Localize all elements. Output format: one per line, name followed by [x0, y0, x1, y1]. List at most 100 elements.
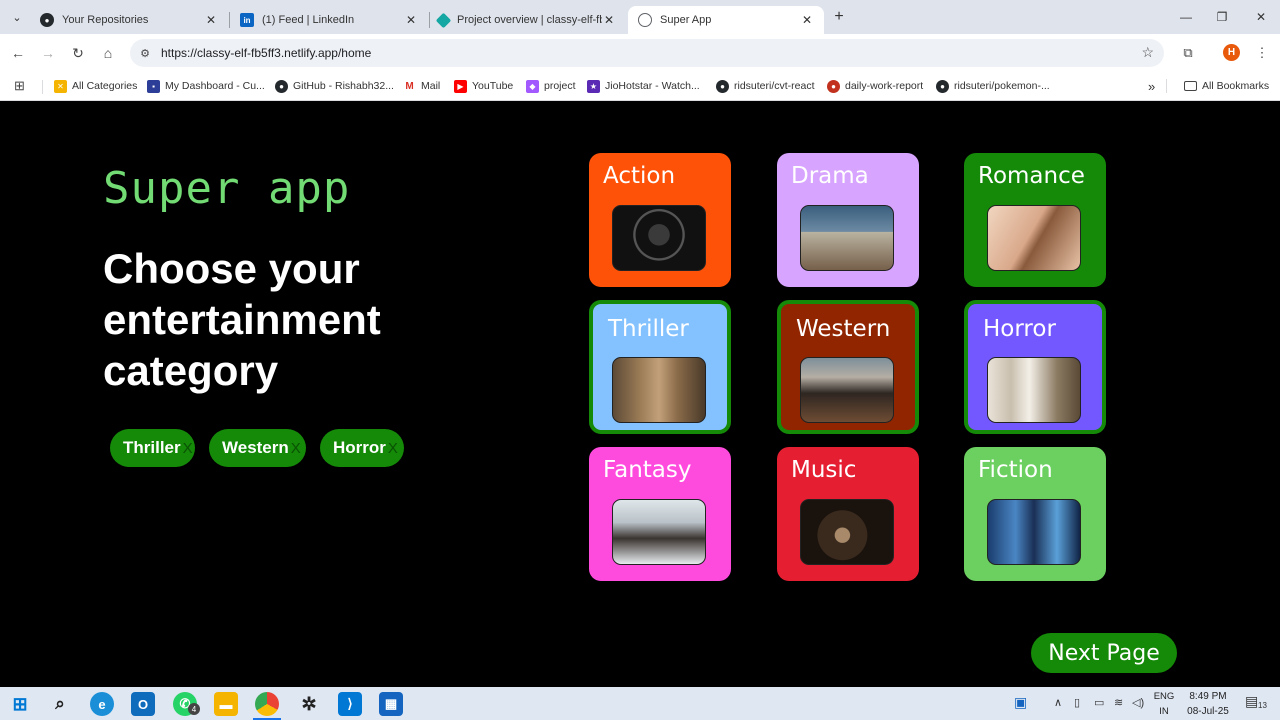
- tab-search-icon[interactable]: ⌄: [8, 8, 26, 26]
- microsoft-store-icon[interactable]: ▦: [379, 692, 403, 716]
- language-indicator[interactable]: ENG IN: [1152, 689, 1176, 719]
- window-close-icon[interactable]: ✕: [1251, 8, 1271, 26]
- bookmark-daily-work-report[interactable]: ● daily-work-report: [827, 78, 923, 94]
- maximize-icon[interactable]: ❐: [1212, 8, 1232, 26]
- extensions-icon[interactable]: ⧉: [1178, 43, 1198, 63]
- forward-arrow-icon[interactable]: →: [38, 43, 58, 63]
- linkedin-icon: in: [240, 13, 254, 27]
- bookmark-all-categories[interactable]: ✕ All Categories: [54, 78, 137, 94]
- chip-remove-icon[interactable]: X: [388, 440, 398, 457]
- category-card-horror[interactable]: Horror: [964, 300, 1106, 434]
- next-page-button[interactable]: Next Page: [1031, 633, 1177, 673]
- selected-chip-thriller: Thriller X: [110, 429, 195, 467]
- minimize-icon[interactable]: —: [1176, 8, 1196, 26]
- outlook-icon[interactable]: O: [131, 692, 155, 716]
- card-thumbnail: [987, 499, 1081, 565]
- chatgpt-icon[interactable]: ✲: [297, 692, 321, 716]
- bookmark-youtube[interactable]: ▶ YouTube: [454, 78, 513, 94]
- bookmark-mail[interactable]: M Mail: [403, 78, 440, 94]
- card-thumbnail: [612, 205, 706, 271]
- browser-toolbar: ← → ↻ ⌂ ⚙ https://classy-elf-fb5ff3.netl…: [0, 34, 1280, 72]
- tray-device-icon[interactable]: ▯: [1074, 696, 1080, 709]
- category-card-thriller[interactable]: Thriller: [589, 300, 731, 434]
- wifi-icon[interactable]: ≋: [1114, 696, 1123, 709]
- apps-grid-icon[interactable]: ⊞: [14, 78, 25, 94]
- reload-icon[interactable]: ↻: [68, 43, 88, 63]
- close-tab-icon[interactable]: ✕: [204, 13, 218, 27]
- battery-icon[interactable]: ▭: [1094, 696, 1104, 709]
- category-card-romance[interactable]: Romance: [964, 153, 1106, 287]
- category-card-action[interactable]: Action: [589, 153, 731, 287]
- tab-title: (1) Feed | LinkedIn: [262, 14, 355, 26]
- globe-icon: [638, 13, 652, 27]
- clock-time: 8:49 PM: [1189, 691, 1227, 702]
- bookmark-jiohotstar[interactable]: ★ JioHotstar - Watch...: [587, 78, 700, 94]
- github-icon: ●: [40, 13, 54, 27]
- chip-label: Horror: [333, 438, 386, 457]
- close-tab-icon[interactable]: ✕: [602, 13, 616, 27]
- selected-chip-horror: Horror X: [320, 429, 404, 467]
- notification-count: 13: [1258, 701, 1267, 710]
- github-icon: ●: [275, 79, 288, 93]
- card-label: Horror: [983, 316, 1056, 342]
- chip-remove-icon[interactable]: X: [291, 440, 301, 457]
- tab-title: Your Repositories: [62, 14, 149, 26]
- new-tab-plus-icon[interactable]: +: [830, 8, 848, 26]
- bookmark-project[interactable]: ◆ project: [526, 78, 576, 94]
- widget-icon[interactable]: ▣: [1014, 694, 1027, 711]
- back-arrow-icon[interactable]: ←: [8, 43, 28, 63]
- category-card-fiction[interactable]: Fiction: [964, 447, 1106, 581]
- file-explorer-icon[interactable]: ▬: [214, 692, 238, 716]
- close-tab-icon[interactable]: ✕: [404, 13, 418, 27]
- all-bookmarks[interactable]: All Bookmarks: [1184, 78, 1269, 94]
- category-card-music[interactable]: Music: [777, 447, 919, 581]
- netlify-icon: [435, 12, 452, 28]
- category-card-drama[interactable]: Drama: [777, 153, 919, 287]
- bookmark-star-icon[interactable]: ☆: [1141, 44, 1154, 61]
- bookmark-my-dashboard[interactable]: ▪ My Dashboard - Cu...: [147, 78, 265, 94]
- bookmark-favicon-icon: ●: [827, 79, 840, 93]
- language-code: ENG: [1153, 691, 1175, 702]
- show-hidden-icons-icon[interactable]: ∧: [1054, 696, 1062, 709]
- address-bar[interactable]: ⚙ https://classy-elf-fb5ff3.netlify.app/…: [130, 39, 1164, 67]
- bookmark-label: ridsuteri/cvt-react: [734, 80, 815, 92]
- vscode-icon[interactable]: ⟩: [338, 692, 362, 716]
- profile-avatar[interactable]: H: [1223, 44, 1240, 61]
- tab-super-app[interactable]: Super App ✕: [628, 6, 824, 34]
- notifications-icon[interactable]: ▤: [1245, 693, 1258, 710]
- system-clock[interactable]: 8:49 PM 08-Jul-25: [1180, 689, 1236, 719]
- volume-icon[interactable]: ◁): [1132, 696, 1144, 709]
- windows-start-icon[interactable]: ⊞: [8, 692, 32, 716]
- site-info-icon[interactable]: ⚙: [138, 46, 152, 60]
- tab-your-repositories[interactable]: ● Your Repositories ✕: [30, 6, 228, 34]
- category-card-fantasy[interactable]: Fantasy: [589, 447, 731, 581]
- brand-logo: Super app: [103, 163, 351, 214]
- url-text[interactable]: https://classy-elf-fb5ff3.netlify.app/ho…: [161, 46, 371, 60]
- github-icon: ●: [716, 79, 729, 93]
- search-icon[interactable]: ⌕: [48, 692, 72, 716]
- close-tab-icon[interactable]: ✕: [800, 13, 814, 27]
- bookmark-label: GitHub - Rishabh32...: [293, 80, 394, 92]
- chip-remove-icon[interactable]: X: [183, 440, 193, 457]
- bookmark-github[interactable]: ● GitHub - Rishabh32...: [275, 78, 394, 94]
- bookmark-pokemon[interactable]: ● ridsuteri/pokemon-...: [936, 78, 1050, 94]
- card-thumbnail: [800, 499, 894, 565]
- home-icon[interactable]: ⌂: [98, 43, 118, 63]
- bookmark-cvt-react[interactable]: ● ridsuteri/cvt-react: [716, 78, 815, 94]
- bookmark-separator: [1166, 78, 1167, 94]
- page-heading: Choose your entertainment category: [103, 245, 381, 394]
- chrome-icon[interactable]: [255, 692, 279, 716]
- tab-netlify[interactable]: Project overview | classy-elf-fb5 ✕: [428, 6, 626, 34]
- card-label: Action: [603, 163, 676, 189]
- menu-kebab-icon[interactable]: ⋮: [1252, 43, 1272, 63]
- bookmarks-overflow-icon[interactable]: »: [1148, 78, 1155, 94]
- youtube-icon: ▶: [454, 79, 467, 93]
- bookmark-label: YouTube: [472, 80, 514, 92]
- edge-icon[interactable]: e: [90, 692, 114, 716]
- bookmarks-bar: ⊞ ✕ All Categories ▪ My Dashboard - Cu..…: [0, 72, 1280, 101]
- github-icon: ●: [936, 79, 949, 93]
- whatsapp-badge: 4: [188, 703, 200, 715]
- chip-label: Thriller: [123, 438, 181, 457]
- category-card-western[interactable]: Western: [777, 300, 919, 434]
- tab-linkedin[interactable]: in (1) Feed | LinkedIn ✕: [230, 6, 428, 34]
